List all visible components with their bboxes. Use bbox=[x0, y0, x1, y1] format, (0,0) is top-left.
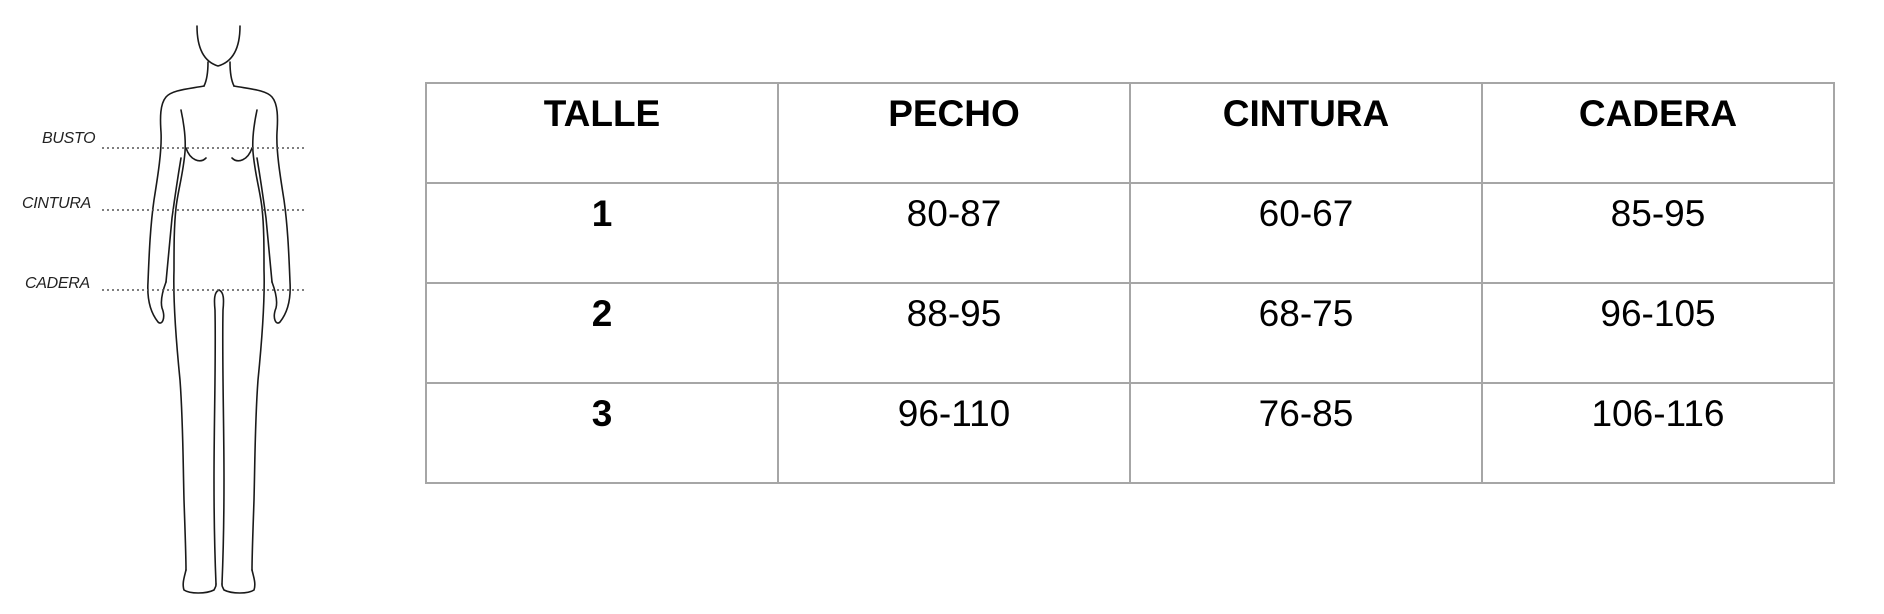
table-row: 1 80-87 60-67 85-95 bbox=[425, 182, 1835, 284]
header-cadera: CADERA bbox=[1481, 82, 1835, 184]
size-value: 3 bbox=[425, 382, 779, 484]
cintura-label: CINTURA bbox=[22, 195, 92, 212]
table-row: 2 88-95 68-75 96-105 bbox=[425, 282, 1835, 384]
cintura-value: 76-85 bbox=[1129, 382, 1483, 484]
cadera-label: CADERA bbox=[25, 275, 90, 292]
cadera-value: 96-105 bbox=[1481, 282, 1835, 384]
table-header-row: TALLE PECHO CINTURA CADERA bbox=[425, 82, 1835, 184]
size-value: 2 bbox=[425, 282, 779, 384]
pecho-value: 88-95 bbox=[777, 282, 1131, 384]
body-measurement-figure: BUSTO CINTURA CADERA bbox=[0, 0, 330, 614]
pecho-value: 96-110 bbox=[777, 382, 1131, 484]
cadera-value: 106-116 bbox=[1481, 382, 1835, 484]
busto-label: BUSTO bbox=[42, 130, 96, 147]
size-chart-table: TALLE PECHO CINTURA CADERA 1 80-87 60-67… bbox=[425, 82, 1835, 484]
header-talle: TALLE bbox=[425, 82, 779, 184]
header-cintura: CINTURA bbox=[1129, 82, 1483, 184]
header-pecho: PECHO bbox=[777, 82, 1131, 184]
cintura-value: 60-67 bbox=[1129, 182, 1483, 284]
pecho-value: 80-87 bbox=[777, 182, 1131, 284]
cintura-value: 68-75 bbox=[1129, 282, 1483, 384]
female-body-silhouette-icon bbox=[102, 25, 305, 594]
size-value: 1 bbox=[425, 182, 779, 284]
table-row: 3 96-110 76-85 106-116 bbox=[425, 382, 1835, 484]
cadera-value: 85-95 bbox=[1481, 182, 1835, 284]
